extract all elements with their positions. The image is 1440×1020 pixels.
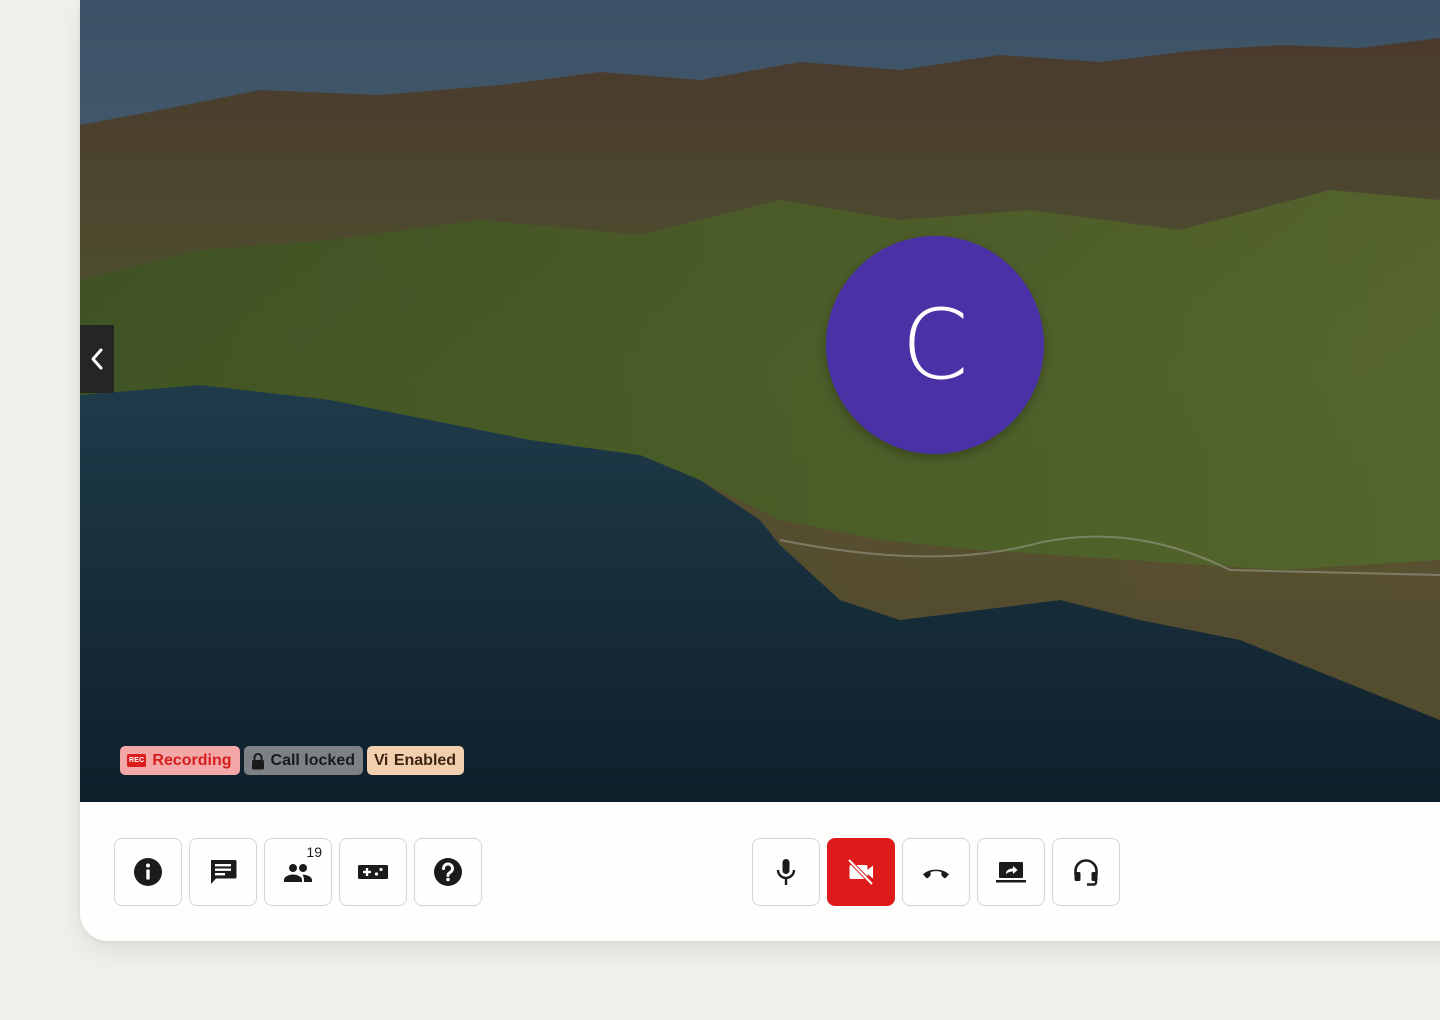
- call-locked-badge: Call locked: [243, 746, 363, 775]
- share-screen-button[interactable]: [977, 838, 1045, 906]
- info-button[interactable]: [114, 838, 182, 906]
- help-icon: [434, 858, 462, 886]
- side-panel-toggle-button[interactable]: [80, 325, 114, 393]
- toolbar-call-controls: [752, 838, 1120, 906]
- toolbar-left-group: 19: [114, 838, 482, 906]
- background-landscape-image: [80, 0, 1440, 802]
- call-window: C REC Recording Call locked Vi Enabled 1…: [80, 0, 1440, 941]
- phone-hangup-icon: [923, 869, 949, 879]
- games-button[interactable]: [339, 838, 407, 906]
- microphone-icon: [776, 859, 796, 885]
- participants-button[interactable]: 19: [264, 838, 332, 906]
- vi-icon: Vi: [374, 751, 388, 769]
- recording-badge: REC Recording: [120, 746, 240, 775]
- recording-badge-label: Recording: [152, 751, 232, 769]
- participant-initial: C: [901, 289, 969, 401]
- info-icon: [134, 858, 162, 886]
- call-locked-badge-label: Call locked: [270, 751, 355, 769]
- participant-avatar: C: [826, 236, 1044, 454]
- vi-enabled-badge: Vi Enabled: [367, 746, 465, 775]
- headset-icon: [1074, 859, 1098, 886]
- vi-enabled-badge-label: Enabled: [393, 751, 457, 769]
- camera-toggle-button[interactable]: [827, 838, 895, 906]
- chat-icon: [211, 860, 237, 884]
- call-toolbar: 19: [80, 802, 1440, 941]
- chat-button[interactable]: [189, 838, 257, 906]
- camera-off-icon: [847, 858, 874, 886]
- audio-settings-button[interactable]: [1052, 838, 1120, 906]
- gamepad-icon: [358, 865, 388, 879]
- participants-count: 19: [306, 844, 322, 860]
- video-stage: C REC Recording Call locked Vi Enabled: [80, 0, 1440, 802]
- lock-icon: [251, 752, 264, 769]
- help-button[interactable]: [414, 838, 482, 906]
- call-status-badges: REC Recording Call locked Vi Enabled: [120, 746, 465, 775]
- screen-share-icon: [996, 862, 1026, 883]
- hang-up-button[interactable]: [902, 838, 970, 906]
- rec-icon: REC: [127, 754, 147, 767]
- chevron-left-icon: [91, 348, 103, 370]
- people-icon: [284, 864, 312, 882]
- microphone-button[interactable]: [752, 838, 820, 906]
